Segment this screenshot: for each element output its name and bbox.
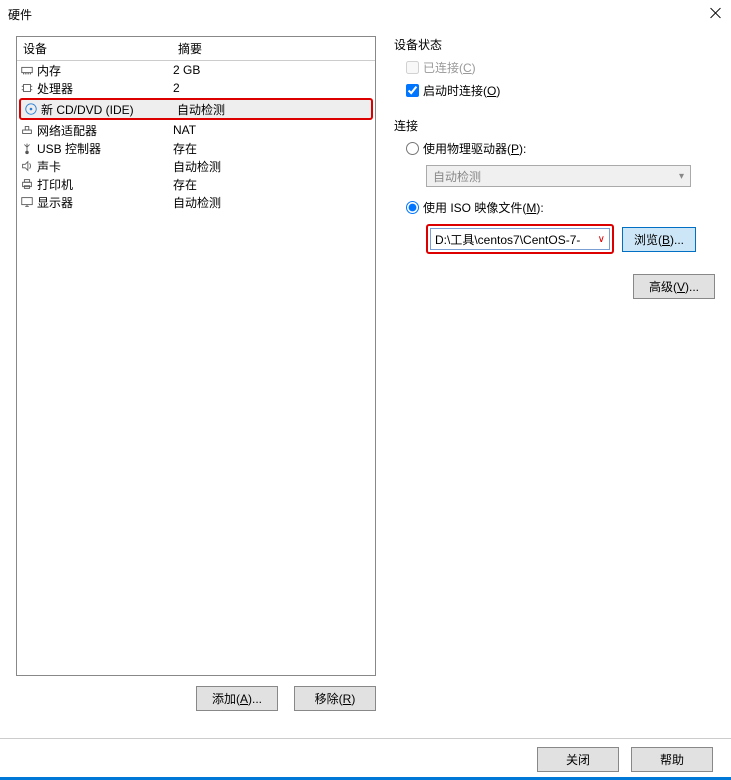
device-summary: 2 — [173, 81, 375, 95]
device-state-group: 设备状态 已连接(C) 启动时连接(O) — [394, 36, 715, 99]
use-iso-radio[interactable]: 使用 ISO 映像文件(M): — [406, 199, 715, 216]
chevron-down-icon: ▾ — [679, 171, 684, 182]
device-row[interactable]: 声卡 自动检测 — [17, 157, 375, 175]
column-summary[interactable]: 摘要 — [172, 40, 375, 57]
connected-checkbox: 已连接(C) — [406, 59, 715, 76]
device-name: 内存 — [37, 62, 61, 79]
device-name: 处理器 — [37, 80, 73, 97]
chevron-down-icon[interactable]: ∨ — [598, 234, 605, 245]
device-row[interactable]: 新 CD/DVD (IDE) 自动检测 — [19, 98, 373, 120]
memory-icon — [19, 62, 35, 78]
device-row[interactable]: 内存 2 GB — [17, 61, 375, 79]
advanced-button[interactable]: 高级(V)... — [633, 274, 715, 299]
close-icon[interactable] — [709, 6, 723, 20]
device-name: USB 控制器 — [37, 140, 101, 157]
close-button[interactable]: 关闭 — [537, 747, 619, 772]
device-list: 设备 摘要 内存2 GB处理器2新 CD/DVD (IDE)自动检测网络适配器N… — [16, 36, 376, 676]
display-icon — [19, 194, 35, 210]
connect-at-power-input[interactable] — [406, 84, 419, 97]
device-row[interactable]: 网络适配器 NAT — [17, 121, 375, 139]
device-name: 声卡 — [37, 158, 61, 175]
device-state-title: 设备状态 — [394, 36, 715, 53]
device-summary: 自动检测 — [177, 101, 371, 118]
usb-icon — [19, 140, 35, 156]
sound-icon — [19, 158, 35, 174]
device-summary: 自动检测 — [173, 194, 375, 211]
physical-drive-combo: 自动检测 ▾ — [426, 165, 691, 187]
use-physical-input[interactable] — [406, 142, 419, 155]
add-button[interactable]: 添加(A)... — [196, 686, 278, 711]
browse-button[interactable]: 浏览(B)... — [622, 227, 696, 252]
device-summary: 存在 — [173, 176, 375, 193]
device-summary: 2 GB — [173, 63, 375, 77]
connect-at-power-checkbox[interactable]: 启动时连接(O) — [406, 82, 715, 99]
device-name: 打印机 — [37, 176, 73, 193]
device-name: 网络适配器 — [37, 122, 97, 139]
network-icon — [19, 122, 35, 138]
window-title: 硬件 — [8, 6, 32, 23]
use-physical-radio[interactable]: 使用物理驱动器(P): — [406, 140, 715, 157]
help-button[interactable]: 帮助 — [631, 747, 713, 772]
device-row[interactable]: 处理器 2 — [17, 79, 375, 97]
device-summary: 存在 — [173, 140, 375, 157]
printer-icon — [19, 176, 35, 192]
connection-group: 连接 使用物理驱动器(P): 自动检测 ▾ 使用 ISO 映像文件(M): — [394, 117, 715, 254]
column-device[interactable]: 设备 — [17, 40, 172, 57]
cd-icon — [23, 101, 39, 117]
device-row[interactable]: 打印机 存在 — [17, 175, 375, 193]
device-row[interactable]: 显示器 自动检测 — [17, 193, 375, 211]
remove-button[interactable]: 移除(R) — [294, 686, 376, 711]
connected-input — [406, 61, 419, 74]
use-iso-input[interactable] — [406, 201, 419, 214]
device-name: 新 CD/DVD (IDE) — [41, 101, 134, 118]
physical-drive-value: 自动检测 — [433, 168, 481, 185]
device-summary: 自动检测 — [173, 158, 375, 175]
device-row[interactable]: USB 控制器 存在 — [17, 139, 375, 157]
iso-path-value: D:\工具\centos7\CentOS-7- — [435, 231, 580, 248]
device-name: 显示器 — [37, 194, 73, 211]
connection-title: 连接 — [394, 117, 715, 134]
cpu-icon — [19, 80, 35, 96]
iso-path-combo[interactable]: D:\工具\centos7\CentOS-7- ∨ — [430, 228, 610, 250]
device-summary: NAT — [173, 123, 375, 137]
